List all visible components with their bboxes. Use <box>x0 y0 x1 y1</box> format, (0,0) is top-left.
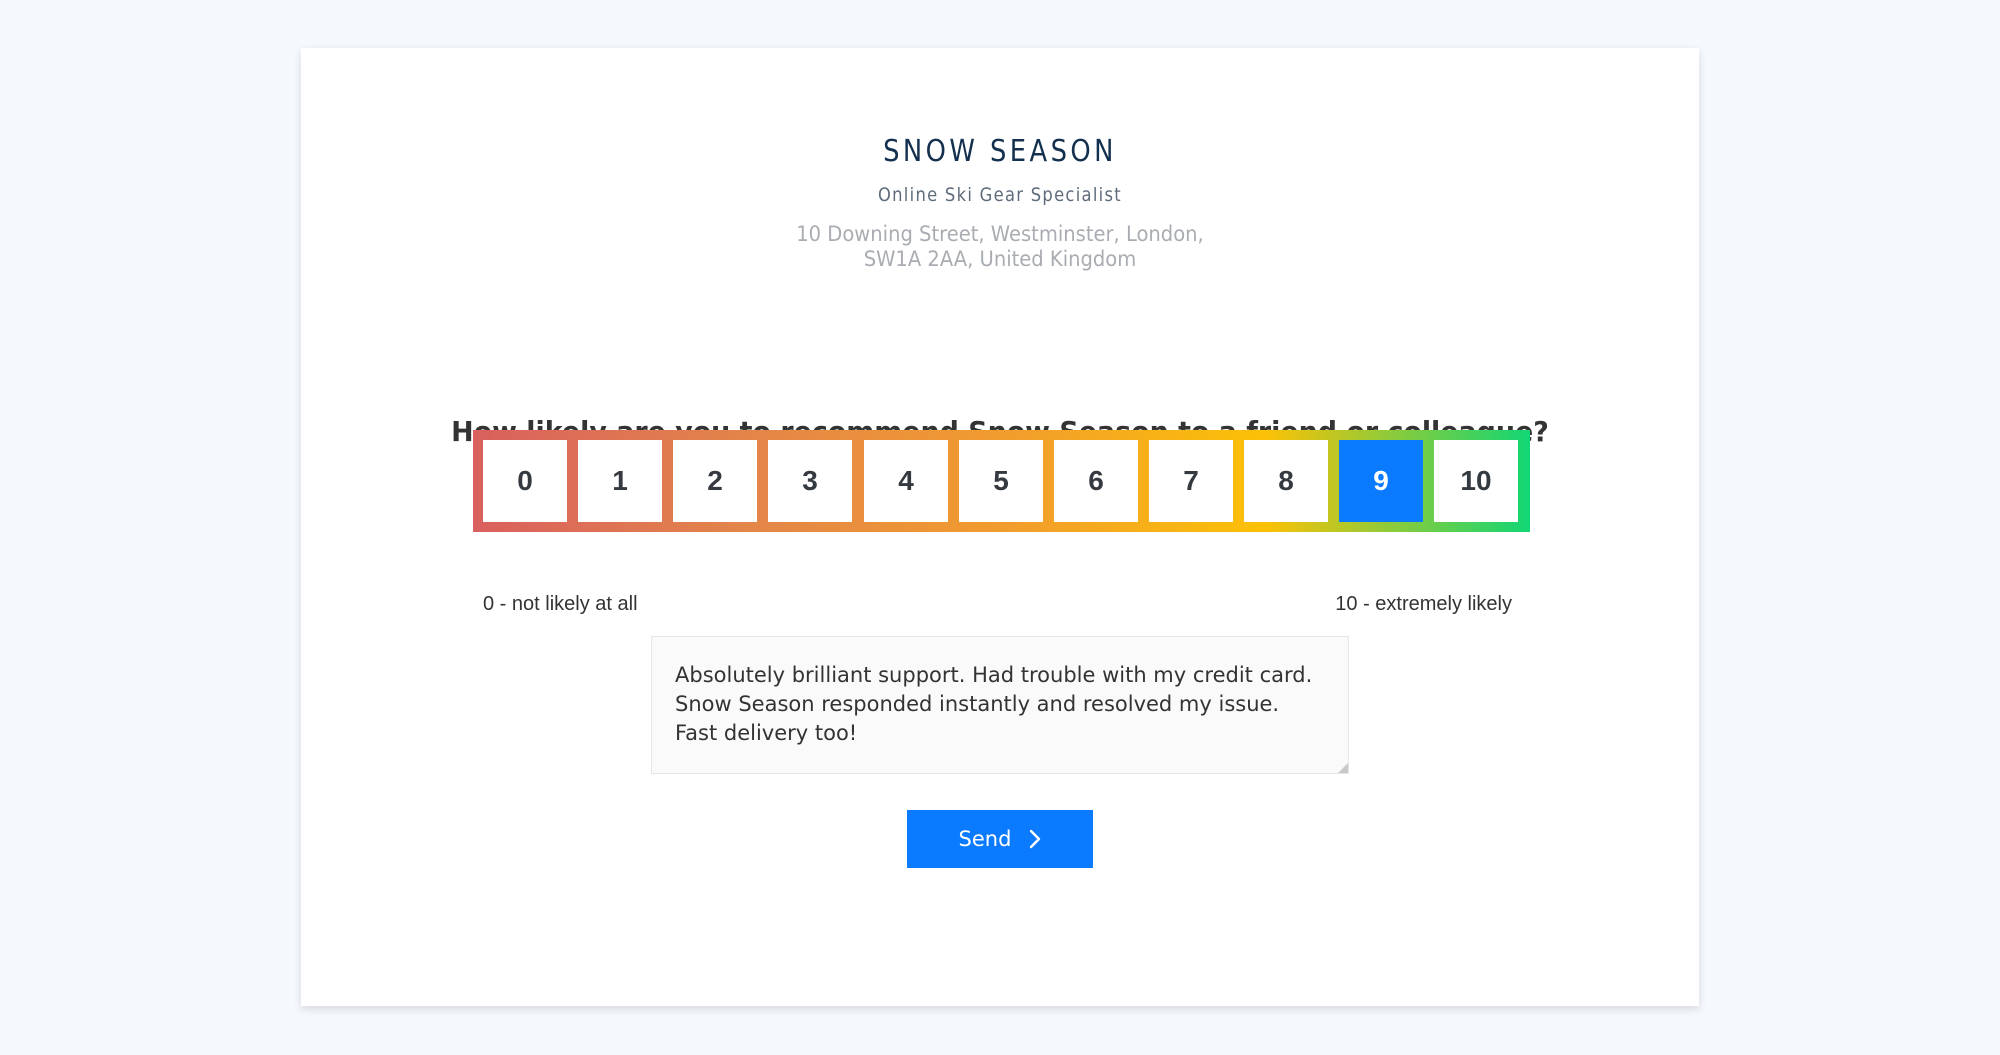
comment-textarea[interactable]: Absolutely brilliant support. Had troubl… <box>651 636 1349 774</box>
scale-high-label: 10 - extremely likely <box>1335 593 1512 615</box>
score-button-3[interactable]: 3 <box>768 440 852 522</box>
address-line-1: 10 Downing Street, Westminster, London, <box>796 222 1204 246</box>
score-button-1[interactable]: 1 <box>578 440 662 522</box>
address-line-2: SW1A 2AA, United Kingdom <box>863 247 1137 271</box>
score-button-8[interactable]: 8 <box>1244 440 1328 522</box>
score-button-7[interactable]: 7 <box>1149 440 1233 522</box>
scale-low-label: 0 - not likely at all <box>483 593 638 615</box>
resize-handle-icon[interactable] <box>1338 763 1348 773</box>
score-button-5[interactable]: 5 <box>959 440 1043 522</box>
company-tagline: Online Ski Gear Specialist <box>878 184 1122 206</box>
score-button-10[interactable]: 10 <box>1434 440 1518 522</box>
send-button-label: Send <box>958 827 1012 851</box>
score-button-2[interactable]: 2 <box>673 440 757 522</box>
company-address: 10 Downing Street, Westminster, London, … <box>350 222 1650 272</box>
score-button-4[interactable]: 4 <box>864 440 948 522</box>
score-button-0[interactable]: 0 <box>483 440 567 522</box>
score-button-6[interactable]: 6 <box>1054 440 1138 522</box>
score-button-9[interactable]: 9 <box>1339 440 1423 522</box>
survey-card: SNOW SEASON Online Ski Gear Specialist 1… <box>301 48 1699 1006</box>
send-button[interactable]: Send <box>907 810 1093 868</box>
chevron-right-icon <box>1030 829 1041 849</box>
company-name: SNOW SEASON <box>883 134 1117 169</box>
score-scale: 0 1 2 3 4 5 6 7 8 9 10 <box>473 430 1530 532</box>
